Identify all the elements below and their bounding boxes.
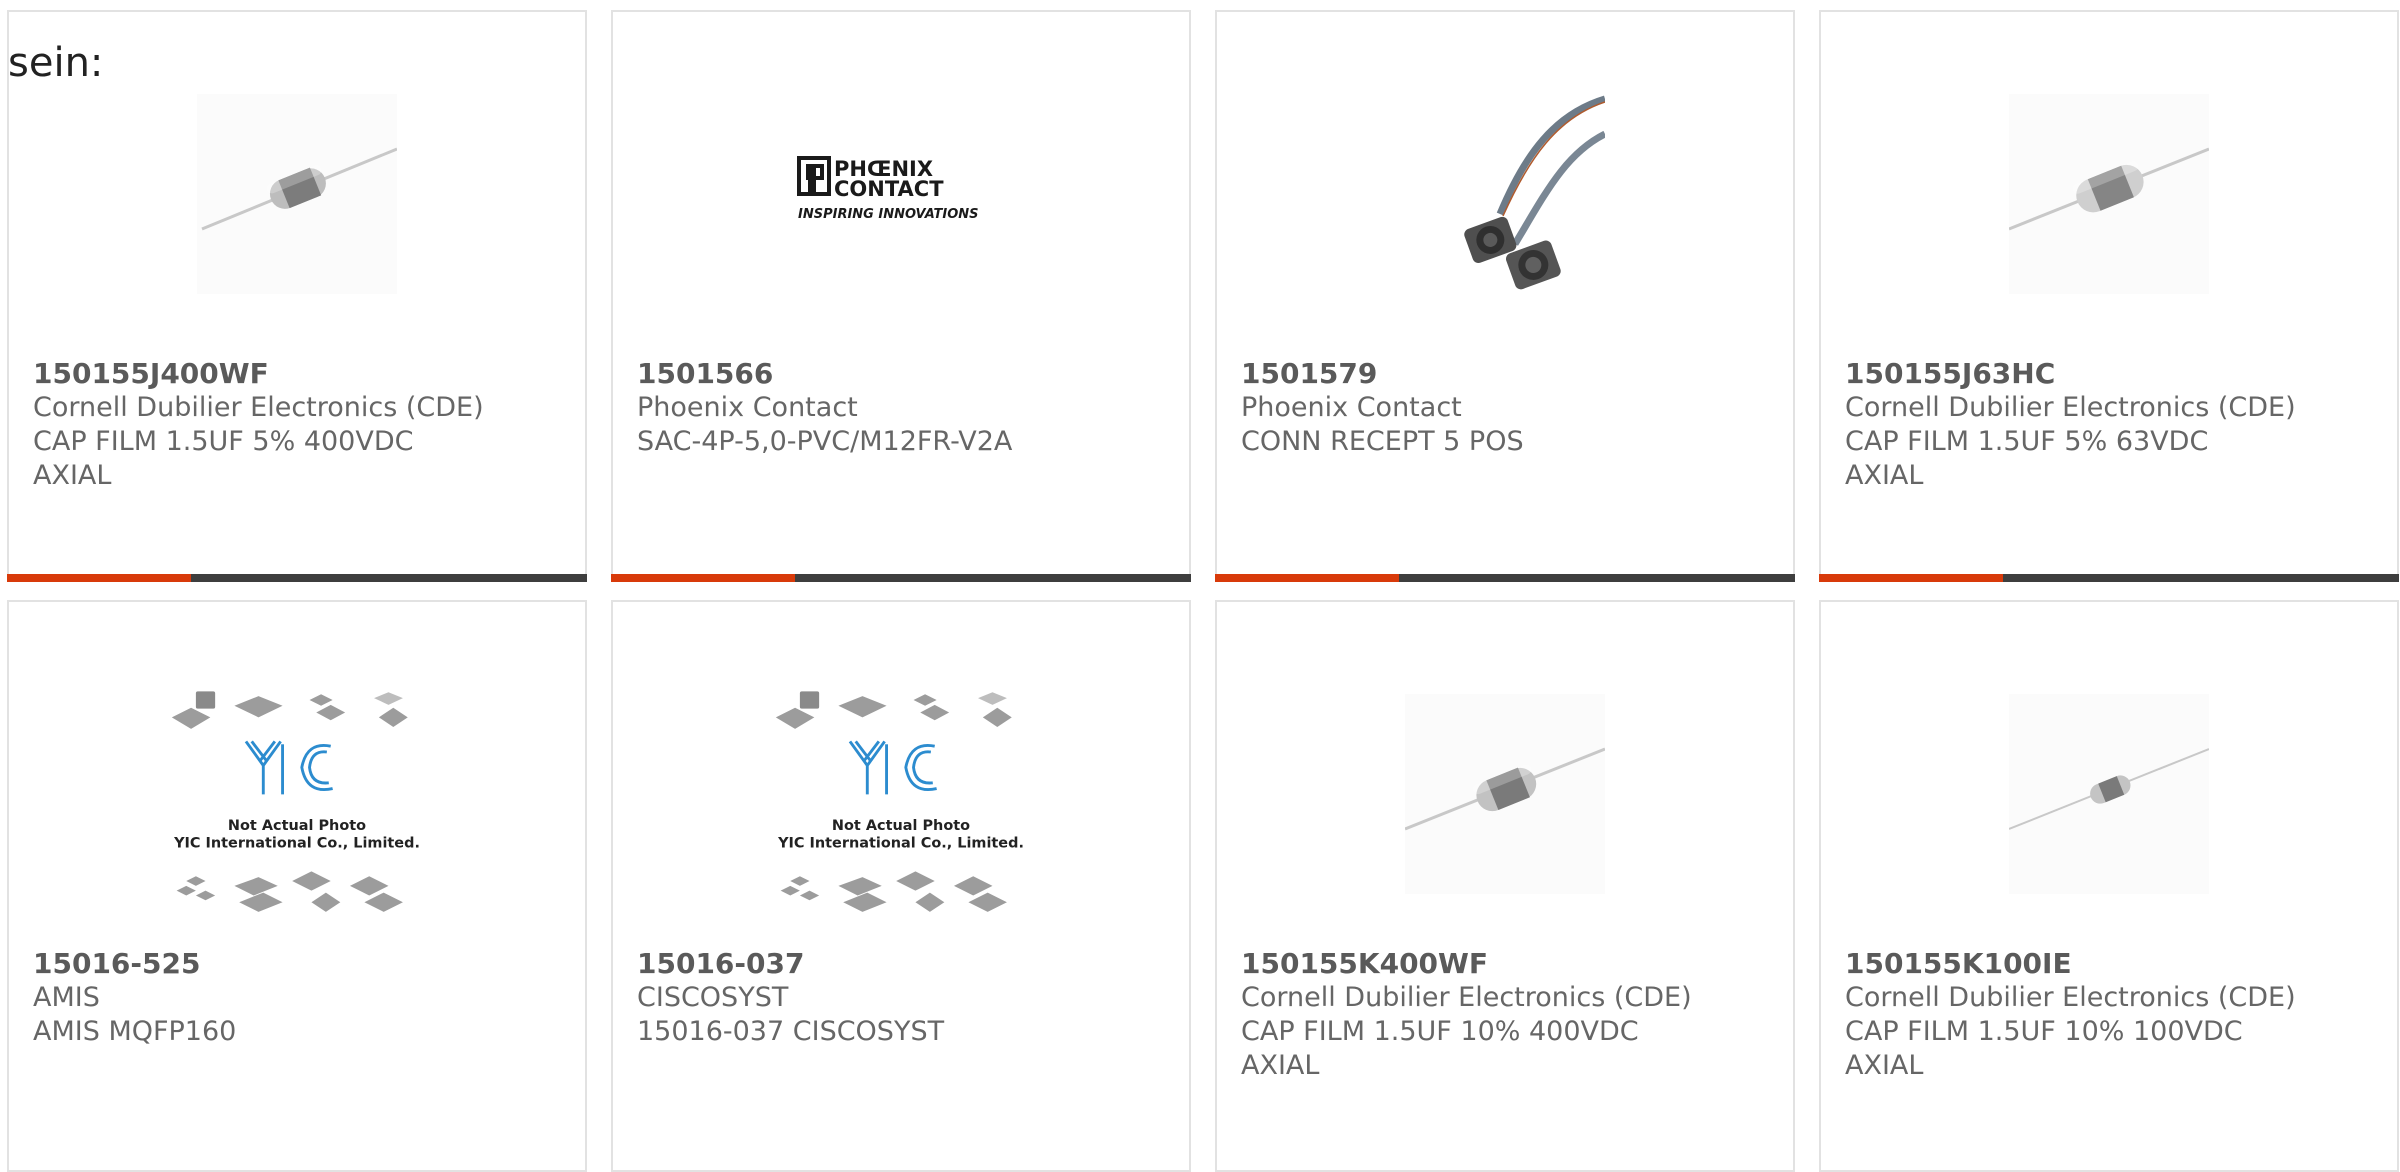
- description: CAP FILM 1.5UF 5% 63VDC: [1845, 426, 2209, 457]
- product-card[interactable]: 150155K400WF Cornell Dubilier Electronic…: [1215, 600, 1795, 1172]
- card-accent-bar: [1215, 574, 1399, 582]
- manufacturer: Phoenix Contact: [1241, 392, 1462, 423]
- manufacturer: Cornell Dubilier Electronics (CDE): [1241, 982, 1692, 1013]
- product-image[interactable]: [1375, 74, 1635, 314]
- description-line2: AXIAL: [1845, 460, 1924, 491]
- description: CONN RECEPT 5 POS: [1241, 426, 1524, 457]
- manufacturer: Phoenix Contact: [637, 392, 858, 423]
- manufacturer: AMIS: [33, 982, 100, 1013]
- product-card[interactable]: Not Actual Photo YIC International Co., …: [7, 600, 587, 1172]
- placeholder-line1: Not Actual Photo: [228, 818, 366, 834]
- product-image[interactable]: [1375, 674, 1635, 914]
- product-card[interactable]: 150155J400WF Cornell Dubilier Electronic…: [7, 10, 587, 582]
- product-info: 150155K400WF Cornell Dubilier Electronic…: [1241, 947, 1769, 1083]
- placeholder-line1: Not Actual Photo: [832, 818, 970, 834]
- yic-placeholder-icon: Not Actual Photo YIC International Co., …: [775, 691, 1024, 912]
- product-image[interactable]: [1979, 674, 2239, 914]
- product-info: 1501566 Phoenix Contact SAC-4P-5,0-PVC/M…: [637, 357, 1165, 459]
- product-card[interactable]: 1501579 Phoenix Contact CONN RECEPT 5 PO…: [1215, 10, 1795, 582]
- card-bottom-bar: [611, 574, 1191, 582]
- product-card[interactable]: 150155K100IE Cornell Dubilier Electronic…: [1819, 600, 2399, 1172]
- part-number[interactable]: 1501566: [637, 357, 1165, 391]
- part-number[interactable]: 15016-037: [637, 947, 1165, 981]
- card-accent-bar: [611, 574, 795, 582]
- description: AMIS MQFP160: [33, 1016, 237, 1047]
- product-info: 150155K100IE Cornell Dubilier Electronic…: [1845, 947, 2373, 1083]
- axial-capacitor-icon: [2009, 94, 2209, 294]
- description: CAP FILM 1.5UF 10% 400VDC: [1241, 1016, 1639, 1047]
- manufacturer: Cornell Dubilier Electronics (CDE): [33, 392, 484, 423]
- card-bottom-bar: [1819, 574, 2399, 582]
- product-info: 1501579 Phoenix Contact CONN RECEPT 5 PO…: [1241, 357, 1769, 459]
- description: 15016-037 CISCOSYST: [637, 1016, 945, 1047]
- manufacturer: Cornell Dubilier Electronics (CDE): [1845, 982, 2296, 1013]
- card-bottom-bar: [1215, 574, 1795, 582]
- product-info: 15016-037 CISCOSYST 15016-037 CISCOSYST: [637, 947, 1165, 1049]
- lead-text: sein:: [8, 40, 104, 86]
- product-info: 150155J63HC Cornell Dubilier Electronics…: [1845, 357, 2373, 493]
- card-bottom-bar: [7, 574, 587, 582]
- product-card[interactable]: PHŒNIX CONTACT INSPIRING INNOVATIONS 150…: [611, 10, 1191, 582]
- yic-placeholder-icon: Not Actual Photo YIC International Co., …: [171, 691, 420, 912]
- product-image[interactable]: Not Actual Photo YIC International Co., …: [771, 684, 1031, 924]
- product-image[interactable]: [167, 74, 427, 314]
- m12-connector-cable-icon: [1405, 94, 1605, 294]
- manufacturer: Cornell Dubilier Electronics (CDE): [1845, 392, 2296, 423]
- product-image[interactable]: PHŒNIX CONTACT INSPIRING INNOVATIONS: [771, 74, 1031, 314]
- product-image[interactable]: [1979, 74, 2239, 314]
- description-line2: AXIAL: [1845, 1050, 1924, 1081]
- product-card[interactable]: 150155J63HC Cornell Dubilier Electronics…: [1819, 10, 2399, 582]
- phoenix-contact-logo: PHŒNIX CONTACT INSPIRING INNOVATIONS: [797, 156, 979, 222]
- axial-capacitor-small-icon: [2009, 694, 2209, 894]
- part-number[interactable]: 150155J63HC: [1845, 357, 2373, 391]
- product-info: 15016-525 AMIS AMIS MQFP160: [33, 947, 561, 1049]
- description-line2: AXIAL: [1241, 1050, 1320, 1081]
- description: CAP FILM 1.5UF 10% 100VDC: [1845, 1016, 2243, 1047]
- product-info: 150155J400WF Cornell Dubilier Electronic…: [33, 357, 561, 493]
- part-number[interactable]: 1501579: [1241, 357, 1769, 391]
- description-line2: AXIAL: [33, 460, 112, 491]
- placeholder-line2: YIC International Co., Limited.: [173, 835, 420, 851]
- product-image[interactable]: Not Actual Photo YIC International Co., …: [167, 684, 427, 924]
- axial-capacitor-icon: [1405, 694, 1605, 894]
- axial-capacitor-icon: [197, 94, 397, 294]
- card-accent-bar: [7, 574, 191, 582]
- part-number[interactable]: 150155K100IE: [1845, 947, 2373, 981]
- description: SAC-4P-5,0-PVC/M12FR-V2A: [637, 426, 1013, 457]
- part-number[interactable]: 150155K400WF: [1241, 947, 1769, 981]
- card-accent-bar: [1819, 574, 2003, 582]
- part-number[interactable]: 150155J400WF: [33, 357, 561, 391]
- manufacturer: CISCOSYST: [637, 982, 789, 1013]
- logo-line2: CONTACT: [834, 177, 944, 201]
- logo-tagline: INSPIRING INNOVATIONS: [798, 207, 979, 222]
- product-card[interactable]: Not Actual Photo YIC International Co., …: [611, 600, 1191, 1172]
- part-number[interactable]: 15016-525: [33, 947, 561, 981]
- description: CAP FILM 1.5UF 5% 400VDC: [33, 426, 414, 457]
- placeholder-line2: YIC International Co., Limited.: [777, 835, 1024, 851]
